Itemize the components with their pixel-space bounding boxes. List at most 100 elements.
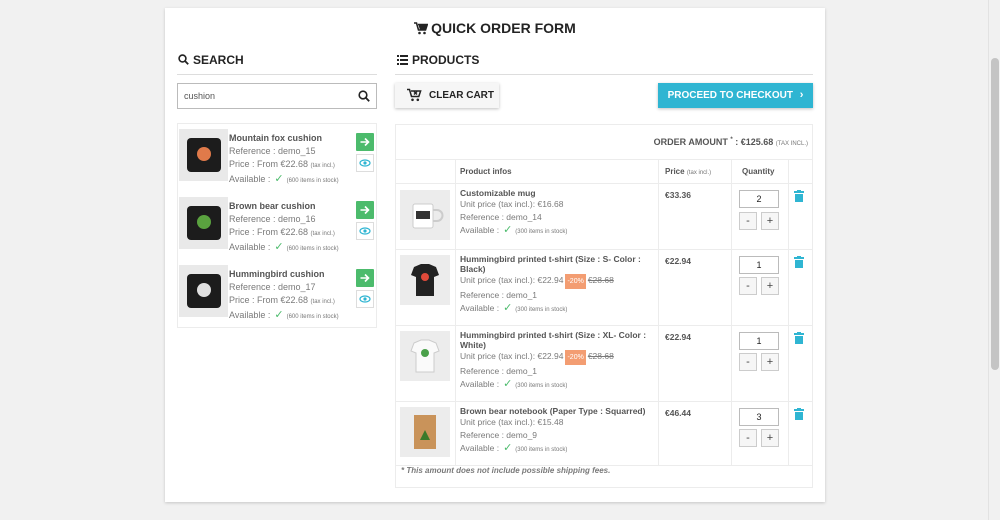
product-thumbnail bbox=[179, 197, 228, 249]
trash-icon[interactable] bbox=[794, 408, 804, 420]
check-icon: ✓ bbox=[503, 224, 513, 236]
product-available: Available : bbox=[460, 379, 500, 389]
product-thumbnail bbox=[400, 190, 450, 240]
product-stock: (300 items in stock) bbox=[515, 229, 568, 235]
increase-quantity-button[interactable]: + bbox=[761, 353, 779, 371]
page-scrollbar[interactable] bbox=[988, 0, 1000, 520]
product-price: €46.44 bbox=[665, 408, 691, 418]
search-icon bbox=[178, 54, 189, 65]
search-field[interactable] bbox=[177, 83, 377, 109]
eye-icon bbox=[359, 295, 371, 303]
result-price: Price : From €22.68 bbox=[229, 295, 309, 305]
old-price: €28.68 bbox=[587, 351, 614, 361]
increase-quantity-button[interactable]: + bbox=[761, 429, 779, 447]
proceed-to-checkout-button[interactable]: PROCEED TO CHECKOUT › bbox=[658, 83, 813, 108]
product-name[interactable]: Hummingbird printed t-shirt (Size : S- C… bbox=[460, 254, 652, 274]
result-price: Price : From €22.68 bbox=[229, 227, 309, 237]
search-results: Mountain fox cushion Reference : demo_15… bbox=[177, 123, 377, 328]
check-icon: ✓ bbox=[274, 173, 284, 185]
checkout-label: PROCEED TO CHECKOUT bbox=[667, 90, 793, 101]
add-to-cart-button[interactable] bbox=[356, 269, 374, 287]
table-header: Product infos Price (tax incl.) Quantity bbox=[396, 159, 812, 184]
search-input[interactable] bbox=[178, 84, 348, 108]
unit-price: Unit price (tax incl.): €22.94 bbox=[460, 351, 564, 361]
column-price: Price (tax incl.) bbox=[665, 167, 711, 176]
add-to-cart-button[interactable] bbox=[356, 201, 374, 219]
table-row: Brown bear notebook (Paper Type : Squarr… bbox=[396, 402, 812, 466]
trash-icon[interactable] bbox=[794, 256, 804, 268]
product-thumbnail bbox=[400, 331, 450, 381]
discount-badge: -20% bbox=[565, 350, 586, 365]
check-icon: ✓ bbox=[503, 378, 513, 390]
quantity-input[interactable]: 1 bbox=[739, 332, 779, 350]
result-available: Available : bbox=[229, 310, 271, 320]
notebook-image bbox=[414, 415, 436, 449]
trash-icon[interactable] bbox=[794, 190, 804, 202]
search-result-item: Mountain fox cushion Reference : demo_15… bbox=[178, 129, 378, 185]
products-divider bbox=[395, 74, 813, 75]
result-reference: Reference : demo_16 bbox=[229, 214, 316, 224]
quick-view-button[interactable] bbox=[356, 154, 374, 172]
product-reference: Reference : demo_14 bbox=[460, 212, 542, 222]
column-quantity: Quantity bbox=[742, 167, 775, 176]
product-thumbnail bbox=[179, 129, 228, 181]
clear-cart-button[interactable]: CLEAR CART bbox=[395, 83, 499, 108]
quantity-input[interactable]: 2 bbox=[739, 190, 779, 208]
quantity-input[interactable]: 1 bbox=[739, 256, 779, 274]
cart-icon bbox=[414, 22, 429, 35]
result-stock: (600 items in stock) bbox=[286, 246, 339, 252]
result-name[interactable]: Brown bear cushion bbox=[229, 200, 339, 213]
search-heading-text: SEARCH bbox=[193, 53, 244, 67]
search-result-item: Hummingbird cushion Reference : demo_17 … bbox=[178, 265, 378, 321]
increase-quantity-button[interactable]: + bbox=[761, 212, 779, 230]
arrow-right-icon bbox=[360, 205, 370, 215]
order-amount-tax: (TAX INCL.) bbox=[775, 141, 808, 147]
product-name[interactable]: Customizable mug bbox=[460, 188, 652, 198]
product-stock: (300 items in stock) bbox=[515, 383, 568, 389]
increase-quantity-button[interactable]: + bbox=[761, 277, 779, 295]
product-stock: (300 items in stock) bbox=[515, 447, 568, 453]
result-name[interactable]: Mountain fox cushion bbox=[229, 132, 339, 145]
trash-icon[interactable] bbox=[794, 332, 804, 344]
product-thumbnail bbox=[400, 255, 450, 305]
order-amount-value: : €125.68 bbox=[735, 137, 774, 147]
shipping-note: * This amount does not include possible … bbox=[401, 466, 611, 475]
product-reference: Reference : demo_1 bbox=[460, 366, 538, 376]
add-to-cart-button[interactable] bbox=[356, 133, 374, 151]
table-row: Hummingbird printed t-shirt (Size : S- C… bbox=[396, 250, 812, 326]
result-name[interactable]: Hummingbird cushion bbox=[229, 268, 339, 281]
check-icon: ✓ bbox=[503, 302, 513, 314]
order-amount-label: ORDER AMOUNT bbox=[653, 137, 728, 147]
quantity-input[interactable]: 3 bbox=[739, 408, 779, 426]
decrease-quantity-button[interactable]: - bbox=[739, 277, 757, 295]
quick-view-button[interactable] bbox=[356, 222, 374, 240]
cart-products-table: ORDER AMOUNT * : €125.68 (TAX INCL.) Pro… bbox=[395, 124, 813, 488]
product-name[interactable]: Brown bear notebook (Paper Type : Squarr… bbox=[460, 406, 652, 416]
table-row: Hummingbird printed t-shirt (Size : XL- … bbox=[396, 326, 812, 402]
product-thumbnail bbox=[179, 265, 228, 317]
decrease-quantity-button[interactable]: - bbox=[739, 429, 757, 447]
unit-price: Unit price (tax incl.): €22.94 bbox=[460, 275, 564, 285]
decrease-quantity-button[interactable]: - bbox=[739, 212, 757, 230]
product-thumbnail bbox=[400, 407, 450, 457]
search-icon[interactable] bbox=[358, 90, 370, 102]
product-available: Available : bbox=[460, 225, 500, 235]
result-stock: (600 items in stock) bbox=[286, 178, 339, 184]
quick-view-button[interactable] bbox=[356, 290, 374, 308]
decrease-quantity-button[interactable]: - bbox=[739, 353, 757, 371]
search-heading: SEARCH bbox=[178, 53, 244, 67]
product-price: €22.94 bbox=[665, 256, 691, 266]
products-heading-text: PRODUCTS bbox=[412, 53, 480, 67]
mug-image bbox=[412, 203, 444, 229]
tshirt-image bbox=[410, 339, 440, 373]
product-name[interactable]: Hummingbird printed t-shirt (Size : XL- … bbox=[460, 330, 652, 350]
product-reference: Reference : demo_9 bbox=[460, 430, 538, 440]
column-price-tax: (tax incl.) bbox=[686, 170, 712, 176]
scrollbar-thumb[interactable] bbox=[991, 58, 999, 370]
arrow-right-icon bbox=[360, 137, 370, 147]
search-divider bbox=[177, 74, 377, 75]
column-product-infos: Product infos bbox=[460, 167, 512, 176]
result-tax: (tax incl.) bbox=[310, 163, 335, 169]
product-stock: (300 items in stock) bbox=[515, 307, 568, 313]
check-icon: ✓ bbox=[274, 241, 284, 253]
